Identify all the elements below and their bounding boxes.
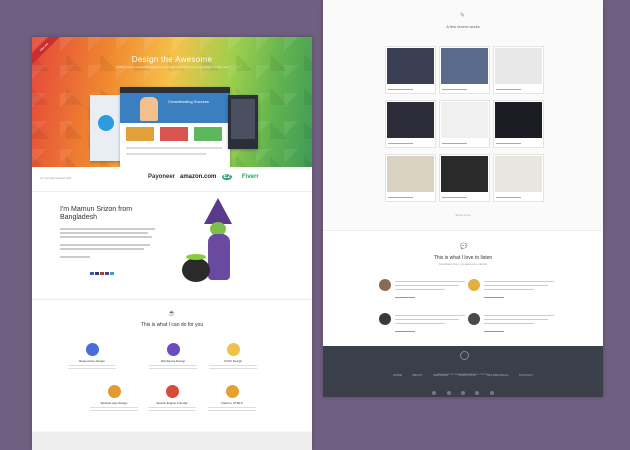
avatar <box>468 279 480 291</box>
testimonials-title: This is what I love to listen <box>433 255 493 261</box>
laptop-mockup <box>228 95 258 149</box>
work-thumb-3[interactable] <box>493 46 544 94</box>
site-footer: HOME ABOUT SERVICES PORTFOLIO TESTIMONIA… <box>323 346 603 397</box>
dribbble-icon[interactable] <box>461 391 465 395</box>
service-uiux-design: UI/UX Design <box>203 343 263 371</box>
testimonials-section: 💬 This is what I love to listen Feedback… <box>323 230 603 347</box>
work-thumb-6[interactable] <box>493 100 544 148</box>
partner-logo-amazon: amazon.com <box>180 174 217 180</box>
tablet-mockup <box>90 95 122 161</box>
responsive-design-icon <box>85 343 99 356</box>
services-title: This is what I can do for you <box>140 322 204 328</box>
app-design-icon <box>107 385 121 398</box>
mock-screen-title: Crowdfunding Success <box>168 99 209 104</box>
pen-icon: ✎ <box>460 13 466 19</box>
partners-strip: I'm proudly worked with Payoneer amazon.… <box>32 167 312 191</box>
uiux-icon <box>226 343 240 356</box>
service-wordpress-design: Wordpress Design <box>143 343 203 371</box>
work-thumb-7[interactable] <box>385 154 436 202</box>
service-website-app-design: Website App Design <box>84 385 144 413</box>
work-thumb-4[interactable] <box>385 100 436 148</box>
homepage-preview-left: Hire me Design the Awesome I hold a visi… <box>32 37 312 450</box>
behance-icon[interactable] <box>475 391 480 395</box>
works-title: A few recent works <box>446 24 480 29</box>
about-heading: I'm Mamun Srizon from Bangladesh <box>60 206 133 221</box>
service-flash-to-html5: Flash to HTML5 <box>202 385 262 413</box>
social-links <box>323 382 603 397</box>
avatar <box>468 313 480 325</box>
html5-icon <box>225 385 239 398</box>
mock-character <box>140 97 158 121</box>
homepage-preview-right: ✎ A few recent works Show more 💬 This is… <box>323 0 603 397</box>
bottom-band <box>32 432 312 450</box>
partner-logo-payoneer: Payoneer <box>148 174 176 180</box>
cup-icon: ☕ <box>168 311 176 317</box>
work-thumb-1[interactable] <box>385 46 436 94</box>
hero-subtitle: I hold a vision of beautiful designs and… <box>115 65 229 69</box>
partner-logo-fiverr: Fiverr <box>242 174 259 180</box>
wordpress-icon <box>166 343 180 356</box>
hero-banner: Hire me Design the Awesome I hold a visi… <box>32 37 312 167</box>
work-thumb-9[interactable] <box>493 154 544 202</box>
partners-caption: I'm proudly worked with <box>40 176 72 180</box>
facebook-icon[interactable] <box>432 391 437 395</box>
work-thumb-5[interactable] <box>439 100 490 148</box>
service-seo-friendly: Search Engine Friendly <box>142 385 202 413</box>
work-thumb-8[interactable] <box>439 154 490 202</box>
avatar <box>379 279 391 291</box>
chat-icon: 💬 <box>460 244 468 250</box>
service-responsive-design: Responsive Design <box>62 343 122 371</box>
avatar <box>379 313 391 325</box>
about-section: I'm Mamun Srizon from Bangladesh <box>32 191 312 298</box>
logo-icon <box>460 351 469 360</box>
linkedin-icon[interactable] <box>489 391 494 395</box>
show-more-link[interactable]: Show more <box>323 213 603 217</box>
desktop-mockup: Crowdfunding Success <box>120 87 230 167</box>
footer-copyright: Design & Developed by Mamun Srizon <box>437 372 489 376</box>
twitter-icon[interactable] <box>446 391 451 395</box>
partner-logo-e2: E2 <box>222 174 232 180</box>
seo-icon <box>165 385 179 398</box>
services-section: ☕ This is what I can do for you Responsi… <box>32 299 312 431</box>
witch-illustration <box>182 198 252 288</box>
hero-title: Design the Awesome <box>131 55 213 64</box>
testimonials-subtitle: Feedback from my awesome clients <box>439 262 487 266</box>
work-thumb-2[interactable] <box>439 46 490 94</box>
